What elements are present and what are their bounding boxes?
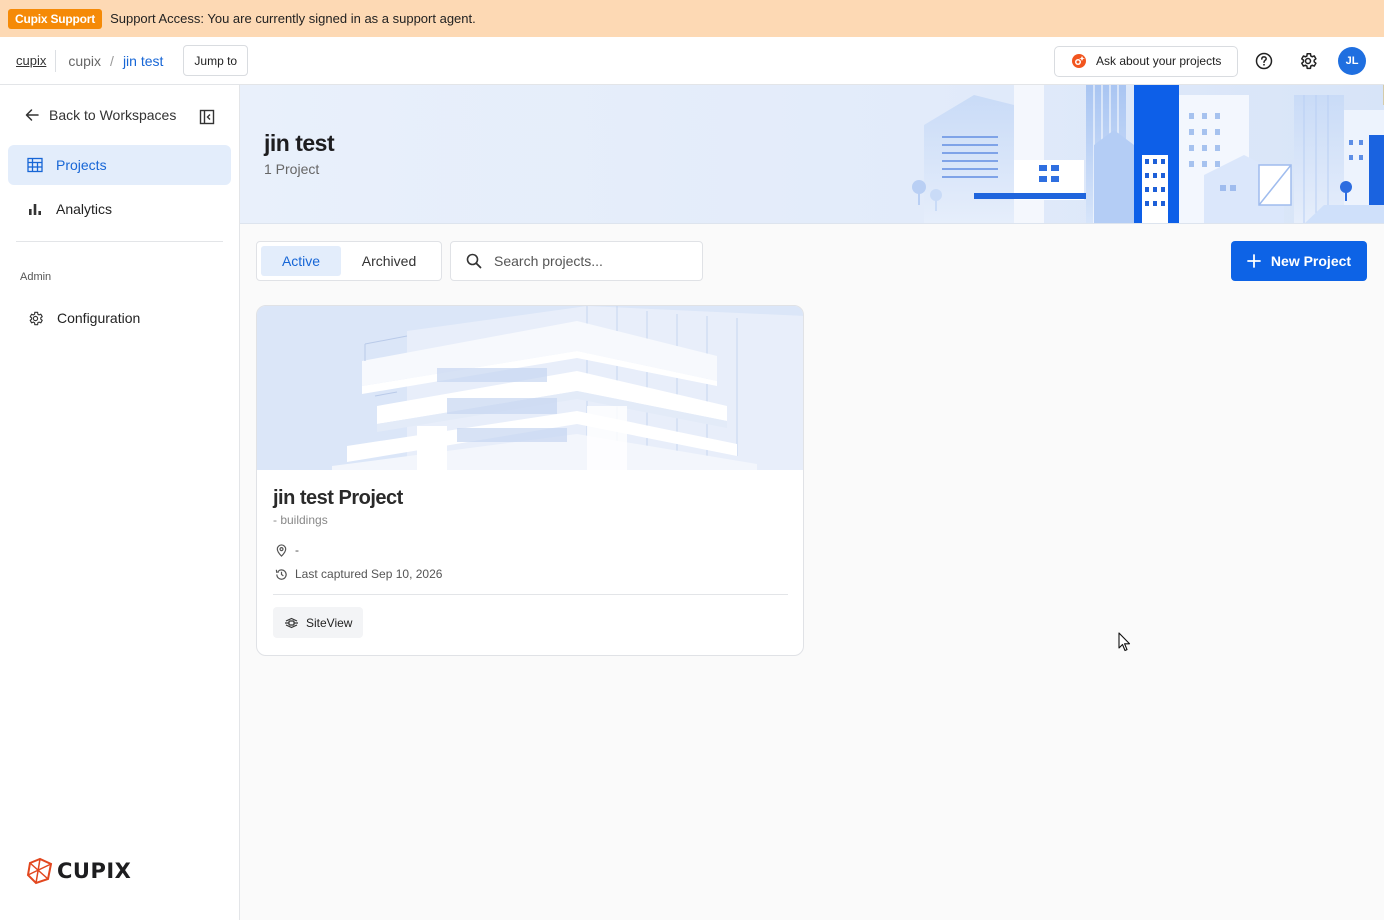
sidebar: Back to Workspaces Projects Analytics Ad… xyxy=(0,85,240,920)
sidebar-item-projects[interactable]: Projects xyxy=(8,145,231,185)
logo-wordmark: CUPIX xyxy=(57,859,132,883)
plus-icon xyxy=(1247,254,1261,268)
collapse-sidebar-button[interactable] xyxy=(199,109,215,128)
city-illustration xyxy=(912,85,1384,223)
support-banner: Cupix Support Support Access: You are cu… xyxy=(0,0,1384,37)
history-icon xyxy=(275,568,287,580)
location-pin-icon xyxy=(276,543,287,557)
breadcrumb-separator: / xyxy=(110,52,114,69)
workspace-header: jin test 1 Project xyxy=(240,85,1384,224)
sidebar-item-configuration[interactable]: Configuration xyxy=(8,298,231,338)
grid-table-icon xyxy=(27,157,43,173)
card-divider xyxy=(273,594,788,595)
tab-active[interactable]: Active xyxy=(261,246,341,276)
project-location: - xyxy=(275,543,299,557)
tab-archived[interactable]: Archived xyxy=(341,246,437,276)
siteview-label: SiteView xyxy=(306,615,353,630)
new-project-label: New Project xyxy=(1270,253,1352,269)
search-icon xyxy=(466,253,482,269)
topbar-divider xyxy=(55,49,57,72)
sidebar-item-label: Configuration xyxy=(57,310,141,326)
project-status-tabs: Active Archived xyxy=(256,241,442,281)
support-message: Support Access: You are currently signed… xyxy=(110,11,476,26)
siteview-button[interactable]: SiteView xyxy=(273,607,364,638)
help-button[interactable] xyxy=(1254,51,1274,71)
gear-icon xyxy=(1301,53,1317,70)
breadcrumb-current[interactable]: jin test xyxy=(123,53,163,69)
project-thumbnail xyxy=(257,306,803,470)
search-input[interactable] xyxy=(494,253,684,269)
back-label: Back to Workspaces xyxy=(49,107,177,123)
sidebar-item-label: Analytics xyxy=(56,201,113,217)
user-avatar[interactable]: JL xyxy=(1338,47,1366,75)
top-bar: cupix cupix / jin test Jump to Ask about… xyxy=(0,37,1384,85)
back-to-workspaces-link[interactable]: Back to Workspaces xyxy=(24,107,176,123)
topbar-actions: Ask about your projects JL xyxy=(1054,37,1384,85)
ai-sparkle-icon xyxy=(1072,54,1086,68)
jump-to-button[interactable]: Jump to xyxy=(183,45,249,76)
project-last-captured: Last captured Sep 10, 2026 xyxy=(275,567,442,581)
sidebar-section-admin: Admin xyxy=(20,271,52,283)
settings-button[interactable] xyxy=(1298,51,1318,71)
project-category: - buildings xyxy=(273,513,328,527)
page-title: jin test xyxy=(264,130,335,156)
search-box xyxy=(450,241,703,281)
sidebar-item-label: Projects xyxy=(56,157,107,173)
cupix-logo: CUPIX xyxy=(26,857,131,885)
cupix-mark-icon xyxy=(26,857,53,885)
siteview-icon xyxy=(285,617,298,628)
project-card[interactable]: jin test Project - buildings - Last capt… xyxy=(256,305,804,656)
new-project-button[interactable]: New Project xyxy=(1231,241,1367,281)
brand-link[interactable]: cupix xyxy=(16,53,46,68)
sidebar-item-analytics[interactable]: Analytics xyxy=(8,189,231,229)
ask-ai-label: Ask about your projects xyxy=(1096,54,1222,68)
sidebar-collapse-icon xyxy=(199,109,215,125)
project-count: 1 Project xyxy=(264,161,320,177)
support-badge: Cupix Support xyxy=(8,8,103,29)
project-title[interactable]: jin test Project xyxy=(273,487,403,510)
breadcrumb-workspace[interactable]: cupix xyxy=(68,53,101,69)
mouse-cursor-icon xyxy=(1118,632,1131,652)
gear-icon xyxy=(29,311,43,325)
location-value: - xyxy=(295,543,299,557)
last-captured-text: Last captured Sep 10, 2026 xyxy=(295,567,443,581)
ask-ai-button[interactable]: Ask about your projects xyxy=(1054,45,1238,77)
bar-chart-icon xyxy=(29,204,41,215)
sidebar-divider xyxy=(16,241,223,242)
arrow-left-icon xyxy=(25,109,39,121)
help-icon xyxy=(1255,52,1273,70)
